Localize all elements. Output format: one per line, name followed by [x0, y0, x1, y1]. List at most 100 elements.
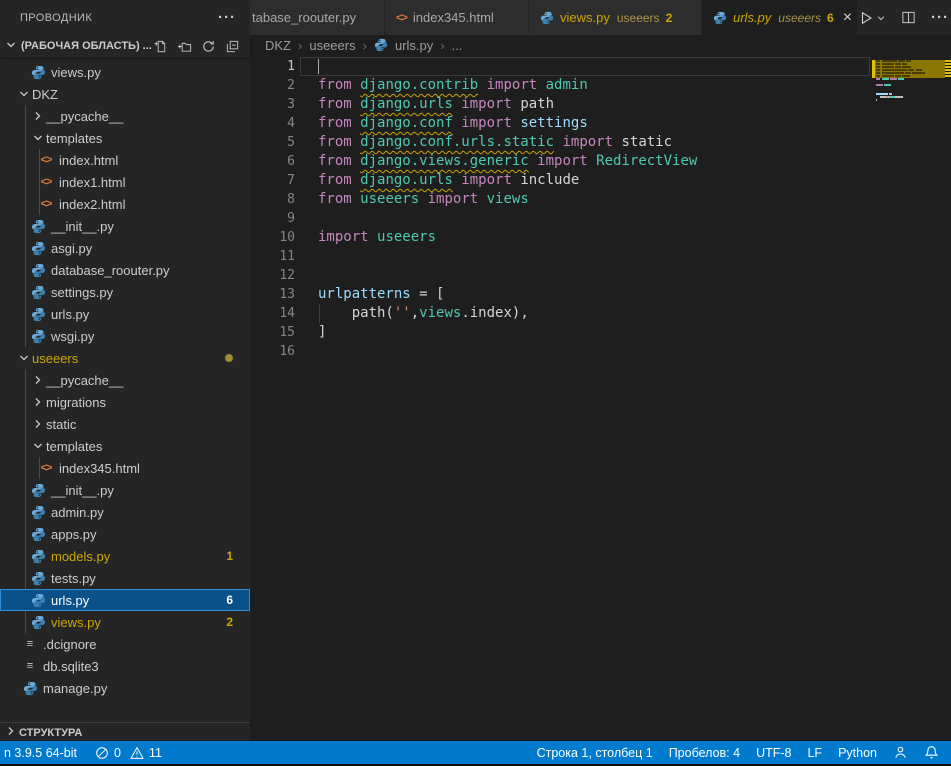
breadcrumb-item-file[interactable]: urls.py [395, 38, 433, 53]
tree-item-urls-py[interactable]: urls.py6 [0, 589, 250, 611]
tree-item-pycache[interactable]: __pycache__ [0, 369, 250, 391]
tree-item-pycache[interactable]: __pycache__ [0, 105, 250, 127]
code-line[interactable]: 16 [250, 342, 951, 361]
chevron-down-icon[interactable] [16, 86, 32, 102]
code-line[interactable]: 10import useeers [250, 228, 951, 247]
new-folder-icon[interactable] [177, 39, 192, 54]
tab-tabase-roouter-py[interactable]: tabase_roouter.py [250, 0, 384, 35]
code-editor[interactable]: 12from django.contrib import admin3from … [250, 55, 951, 741]
line-number[interactable]: 1 [250, 57, 295, 76]
tree-item-templates[interactable]: templates [0, 435, 250, 457]
line-number[interactable]: 11 [250, 247, 295, 266]
code-line[interactable]: 12 [250, 266, 951, 285]
code-line[interactable]: 11 [250, 247, 951, 266]
breadcrumb-item-folder[interactable]: useeers [309, 38, 355, 53]
chevron-down-icon[interactable] [16, 350, 32, 366]
line-number[interactable]: 16 [250, 342, 295, 361]
explorer-more-actions-icon[interactable]: ··· [218, 14, 236, 22]
tree-item-views-py[interactable]: views.py [0, 61, 250, 83]
line-number[interactable]: 5 [250, 133, 295, 152]
feedback-icon[interactable] [893, 745, 908, 760]
line-number[interactable]: 9 [250, 209, 295, 228]
code-line[interactable]: 1 [250, 57, 951, 76]
code-line[interactable]: 3from django.urls import path [250, 95, 951, 114]
tab-index345-html[interactable]: <>index345.html [385, 0, 528, 35]
code-line[interactable]: 2from django.contrib import admin [250, 76, 951, 95]
chevron-right-icon[interactable] [3, 723, 19, 742]
tab-views-py[interactable]: views.pyuseeers2 [529, 0, 701, 35]
tree-item-urls-py[interactable]: urls.py [0, 303, 250, 325]
tree-item-admin-py[interactable]: admin.py [0, 501, 250, 523]
tree-item-index2-html[interactable]: <>index2.html [0, 193, 250, 215]
line-number[interactable]: 12 [250, 266, 295, 285]
chevron-right-icon[interactable] [30, 372, 46, 388]
collapse-all-icon[interactable] [225, 39, 240, 54]
breadcrumb-item-folder[interactable]: DKZ [265, 38, 291, 53]
tree-item-static[interactable]: static [0, 413, 250, 435]
code-line[interactable]: 8from useeers import views [250, 190, 951, 209]
code-line[interactable]: 6from django.views.generic import Redire… [250, 152, 951, 171]
cursor-position-status[interactable]: Строка 1, столбец 1 [537, 746, 653, 760]
chevron-down-icon[interactable] [876, 13, 886, 23]
tree-item-index-html[interactable]: <>index.html [0, 149, 250, 171]
run-python-file-button[interactable] [858, 10, 886, 26]
line-number[interactable]: 8 [250, 190, 295, 209]
code-line[interactable]: 13urlpatterns = [ [250, 285, 951, 304]
close-icon[interactable]: × [843, 11, 852, 25]
tree-item-database-roouter-py[interactable]: database_roouter.py [0, 259, 250, 281]
more-actions-icon[interactable]: ··· [931, 14, 949, 22]
chevron-right-icon[interactable] [30, 416, 46, 432]
tree-item-apps-py[interactable]: apps.py [0, 523, 250, 545]
problems-status[interactable]: 0 11 [95, 746, 166, 760]
tree-item-dcignore[interactable]: ≡.dcignore [0, 633, 250, 655]
line-number[interactable]: 10 [250, 228, 295, 247]
language-mode-status[interactable]: Python [838, 746, 877, 760]
tree-item-wsgi-py[interactable]: wsgi.py [0, 325, 250, 347]
line-number[interactable]: 14 [250, 304, 295, 323]
tree-item-views-py[interactable]: views.py2 [0, 611, 250, 633]
chevron-down-icon[interactable] [3, 37, 19, 56]
tree-item-templates[interactable]: templates [0, 127, 250, 149]
new-file-icon[interactable] [153, 39, 168, 54]
breadcrumb-item-symbol[interactable]: ... [452, 38, 463, 53]
chevron-right-icon[interactable] [30, 394, 46, 410]
line-number[interactable]: 15 [250, 323, 295, 342]
line-number[interactable]: 7 [250, 171, 295, 190]
tree-item-init-py[interactable]: __init__.py [0, 215, 250, 237]
line-number[interactable]: 3 [250, 95, 295, 114]
encoding-status[interactable]: UTF-8 [756, 746, 791, 760]
tree-item-tests-py[interactable]: tests.py [0, 567, 250, 589]
refresh-icon[interactable] [201, 39, 216, 54]
indentation-status[interactable]: Пробелов: 4 [669, 746, 740, 760]
tree-item-asgi-py[interactable]: asgi.py [0, 237, 250, 259]
notifications-bell-icon[interactable] [924, 745, 939, 760]
workspace-section-header[interactable]: (РАБОЧАЯ ОБЛАСТЬ) ... [0, 35, 250, 57]
line-number[interactable]: 6 [250, 152, 295, 171]
python-interpreter-status[interactable]: n 3.9.5 64-bit [4, 746, 77, 760]
line-number[interactable]: 13 [250, 285, 295, 304]
code-line[interactable]: 5from django.conf.urls.static import sta… [250, 133, 951, 152]
tree-item-useeers[interactable]: useeers [0, 347, 250, 369]
code-line[interactable]: 15] [250, 323, 951, 342]
chevron-down-icon[interactable] [30, 130, 46, 146]
minimap[interactable] [872, 57, 945, 177]
tab-urls-py[interactable]: urls.pyuseeers6× [702, 0, 857, 35]
outline-section-header[interactable]: СТРУКТУРА [0, 722, 253, 742]
line-number[interactable]: 4 [250, 114, 295, 133]
tree-item-dkz[interactable]: DKZ [0, 83, 250, 105]
split-editor-icon[interactable] [901, 10, 916, 25]
tree-item-manage-py[interactable]: manage.py [0, 677, 250, 699]
code-line[interactable]: 4from django.conf import settings [250, 114, 951, 133]
tree-item-init-py[interactable]: __init__.py [0, 479, 250, 501]
code-line[interactable]: 7from django.urls import include [250, 171, 951, 190]
code-line[interactable]: 9 [250, 209, 951, 228]
tree-item-models-py[interactable]: models.py1 [0, 545, 250, 567]
tree-item-index345-html[interactable]: <>index345.html [0, 457, 250, 479]
code-line[interactable]: 14 path('',views.index), [250, 304, 951, 323]
eol-status[interactable]: LF [807, 746, 822, 760]
tree-item-index1-html[interactable]: <>index1.html [0, 171, 250, 193]
tree-item-migrations[interactable]: migrations [0, 391, 250, 413]
chevron-down-icon[interactable] [30, 438, 46, 454]
tree-item-settings-py[interactable]: settings.py [0, 281, 250, 303]
tree-item-db-sqlite3[interactable]: ≡db.sqlite3 [0, 655, 250, 677]
